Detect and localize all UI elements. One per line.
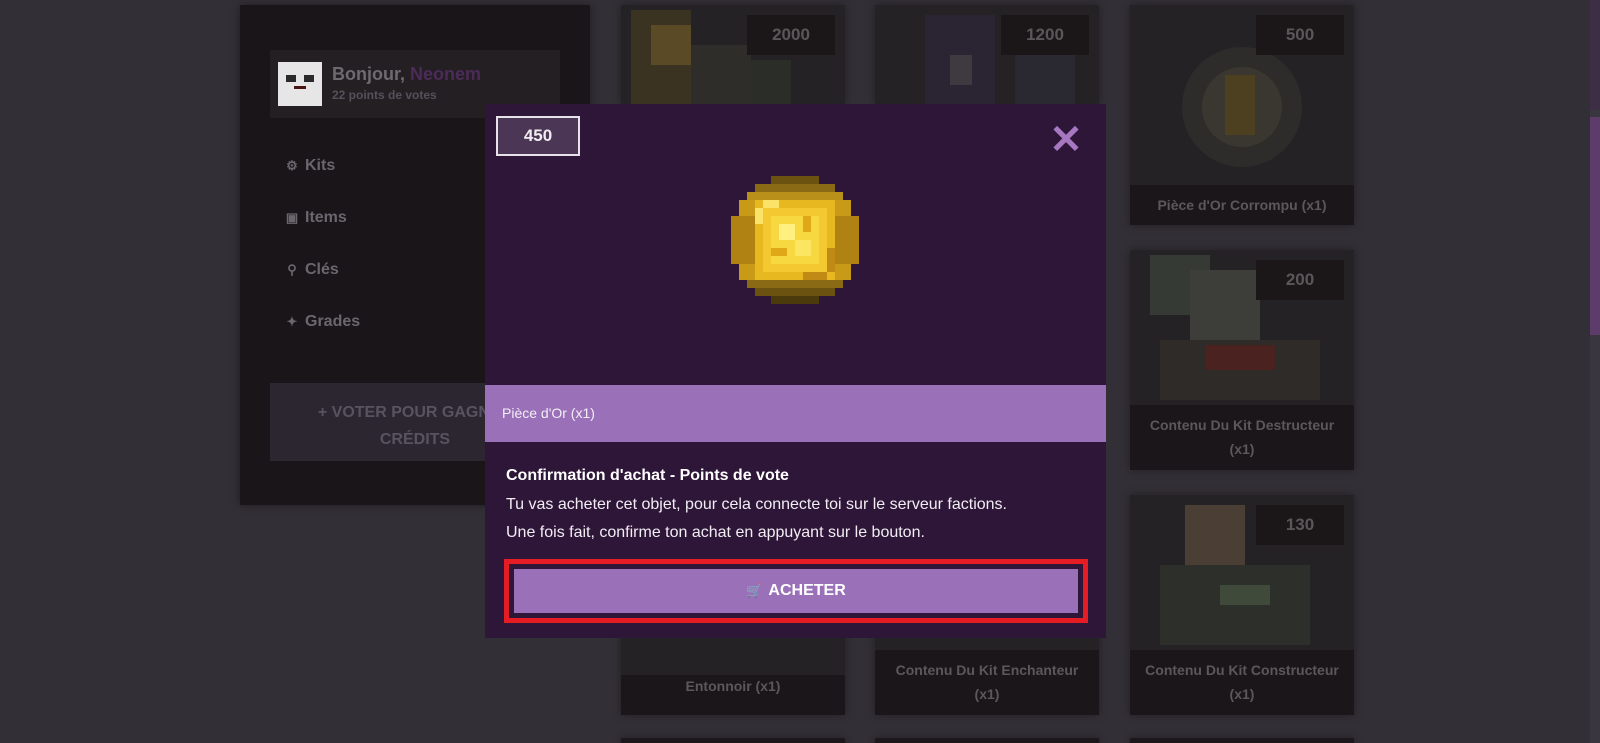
sidebar-item-label: Clés bbox=[305, 261, 339, 278]
scrollbar-thumb[interactable] bbox=[1590, 117, 1600, 335]
modal-item-name: Pièce d'Or (x1) bbox=[485, 385, 1106, 442]
shop-card[interactable] bbox=[621, 738, 845, 743]
sidebar-item-label: Grades bbox=[305, 313, 361, 330]
sidebar-item-items[interactable]: ▣ Items bbox=[285, 209, 347, 227]
sidebar-item-grades[interactable]: ✦ Grades bbox=[285, 313, 361, 331]
shop-card[interactable] bbox=[1130, 738, 1354, 743]
confirm-title: Confirmation d'achat - Points de vote bbox=[506, 467, 789, 484]
item-price: 130 bbox=[1256, 505, 1344, 545]
item-price: 500 bbox=[1256, 15, 1344, 55]
shop-card[interactable]: Entonnoir (x1) bbox=[621, 630, 845, 715]
avatar bbox=[278, 62, 322, 106]
item-price: 1200 bbox=[1001, 15, 1089, 55]
item-label: Contenu Du Kit Constructeur (x1) bbox=[1130, 650, 1354, 715]
cart-icon: 🛒 bbox=[746, 583, 763, 598]
modal-price-badge: 450 bbox=[496, 116, 580, 156]
confirm-text-line1: Tu vas acheter cet objet, pour cela conn… bbox=[506, 496, 1007, 513]
purchase-modal: 450 ✕ Pièce d'Or (x1) Confirmation d'ach… bbox=[485, 104, 1106, 638]
shop-card[interactable]: 130 Contenu Du Kit Constructeur (x1) bbox=[1130, 495, 1354, 715]
vote-points: 22 points de votes bbox=[332, 88, 437, 102]
confirm-text-line2: Une fois fait, confirme ton achat en app… bbox=[506, 524, 925, 541]
item-label: Entonnoir (x1) bbox=[621, 675, 845, 715]
gold-coin-icon bbox=[731, 176, 859, 304]
sidebar-item-label: Items bbox=[305, 209, 347, 226]
item-label: Contenu Du Kit Destructeur (x1) bbox=[1130, 405, 1354, 470]
item-label: Pièce d'Or Corrompu (x1) bbox=[1130, 185, 1354, 225]
item-price: 2000 bbox=[747, 15, 835, 55]
username: Neonem bbox=[410, 64, 482, 84]
item-price: 200 bbox=[1256, 260, 1344, 300]
key-icon: ⚲ bbox=[287, 262, 297, 277]
sidebar-item-label: Kits bbox=[305, 157, 336, 174]
greeting: Bonjour, Neonem bbox=[332, 64, 481, 85]
scrollbar[interactable] bbox=[1590, 0, 1600, 743]
buy-button[interactable]: 🛒 ACHETER bbox=[514, 569, 1078, 613]
buy-button-label: ACHETER bbox=[768, 582, 846, 599]
shop-card[interactable] bbox=[875, 738, 1099, 743]
shop-card[interactable]: 200 Contenu Du Kit Destructeur (x1) bbox=[1130, 250, 1354, 470]
magic-wand-icon: ✦ bbox=[286, 314, 298, 329]
shop-card[interactable]: 500 Pièce d'Or Corrompu (x1) bbox=[1130, 5, 1354, 225]
sidebar-item-kits[interactable]: ⚙ Kits bbox=[285, 157, 335, 175]
shop-card[interactable]: 2000 bbox=[621, 5, 845, 105]
award-icon: ⚙ bbox=[286, 158, 298, 173]
item-label: Contenu Du Kit Enchanteur (x1) bbox=[875, 650, 1099, 715]
shop-card[interactable]: 1200 bbox=[875, 5, 1099, 105]
sidebar-item-cles[interactable]: ⚲ Clés bbox=[285, 261, 339, 279]
briefcase-icon: ▣ bbox=[285, 210, 299, 225]
close-icon[interactable]: ✕ bbox=[1048, 120, 1084, 160]
greeting-text: Bonjour, bbox=[332, 64, 405, 84]
shop-card[interactable]: Contenu Du Kit Enchanteur (x1) bbox=[875, 630, 1099, 715]
